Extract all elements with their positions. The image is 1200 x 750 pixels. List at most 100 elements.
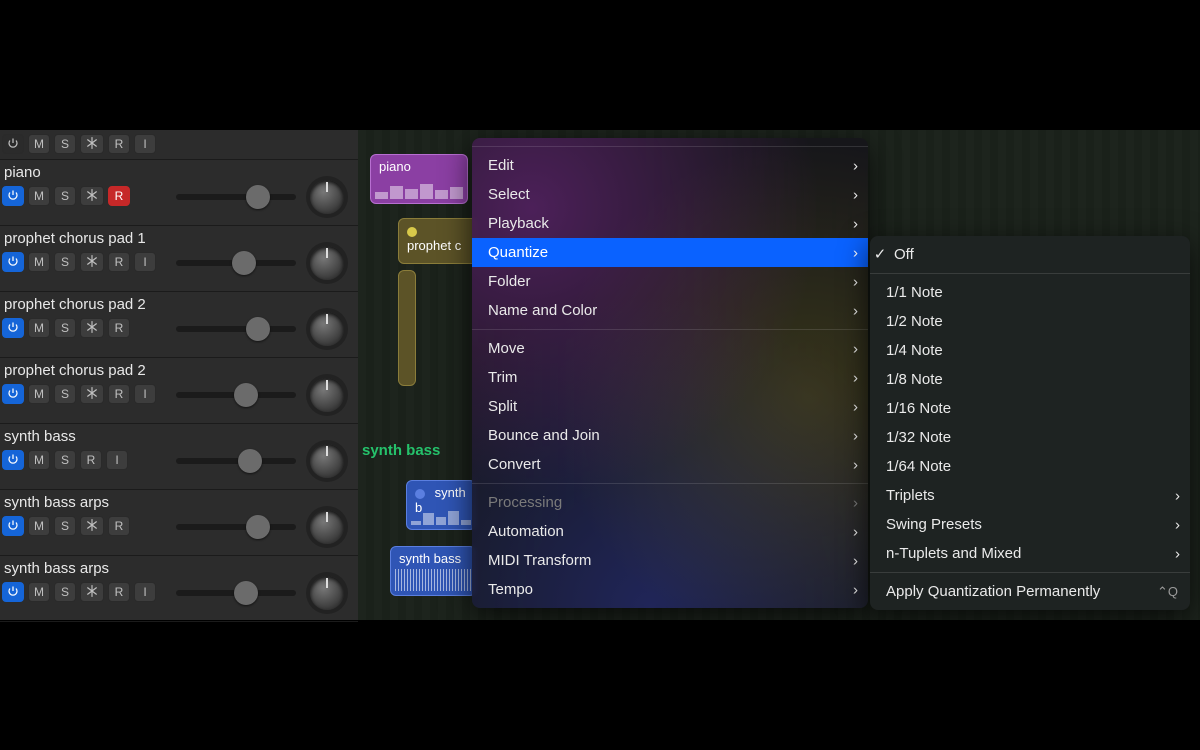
solo-button[interactable]: S xyxy=(54,516,76,536)
menu-item-playback[interactable]: Playback› xyxy=(472,209,868,238)
slider-thumb[interactable] xyxy=(238,449,262,473)
volume-slider[interactable] xyxy=(176,518,296,536)
submenu-item-n-tuplets-and-mixed[interactable]: n-Tuplets and Mixed› xyxy=(870,539,1190,568)
record-enable-button[interactable]: R xyxy=(108,186,130,206)
mute-button[interactable]: M xyxy=(28,134,50,154)
track-row[interactable]: synth bass arpsMSRI xyxy=(0,556,358,622)
menu-item-select[interactable]: Select› xyxy=(472,180,868,209)
volume-slider[interactable] xyxy=(176,188,296,206)
submenu-item-1-4-note[interactable]: 1/4 Note xyxy=(870,336,1190,365)
region-synth-arps-1[interactable]: synth b xyxy=(406,480,476,530)
mute-button[interactable]: M xyxy=(28,252,50,272)
mute-button[interactable]: M xyxy=(28,450,50,470)
submenu-item-1-2-note[interactable]: 1/2 Note xyxy=(870,307,1190,336)
region-piano[interactable]: piano xyxy=(370,154,468,204)
freeze-button[interactable] xyxy=(80,582,104,602)
slider-thumb[interactable] xyxy=(246,515,270,539)
context-menu[interactable]: Edit›Select›Playback›Quantize›Folder›Nam… xyxy=(472,138,868,608)
mute-button[interactable]: M xyxy=(28,384,50,404)
volume-slider[interactable] xyxy=(176,584,296,602)
submenu-item-1-8-note[interactable]: 1/8 Note xyxy=(870,365,1190,394)
freeze-button[interactable] xyxy=(80,384,104,404)
slider-thumb[interactable] xyxy=(234,581,258,605)
power-button[interactable] xyxy=(2,252,24,272)
freeze-button[interactable] xyxy=(80,318,104,338)
freeze-button[interactable] xyxy=(80,134,104,154)
mute-button[interactable]: M xyxy=(28,186,50,206)
track-row[interactable]: synth bassMSRI xyxy=(0,424,358,490)
freeze-button[interactable] xyxy=(80,186,104,206)
record-enable-button[interactable]: R xyxy=(108,582,130,602)
track-row[interactable]: MS RI xyxy=(0,130,358,160)
record-enable-button[interactable]: R xyxy=(80,450,102,470)
pan-knob[interactable] xyxy=(310,180,344,214)
region-sliver[interactable] xyxy=(398,270,416,386)
record-enable-button[interactable]: R xyxy=(108,318,130,338)
slider-thumb[interactable] xyxy=(246,317,270,341)
input-monitor-button[interactable]: I xyxy=(134,252,156,272)
menu-item-midi-transform[interactable]: MIDI Transform› xyxy=(472,546,868,575)
menu-item-tempo[interactable]: Tempo› xyxy=(472,575,868,604)
track-row[interactable]: pianoMSR xyxy=(0,160,358,226)
record-enable-button[interactable]: R xyxy=(108,252,130,272)
region-synth-arps-2[interactable]: synth bass xyxy=(390,546,476,596)
power-button[interactable] xyxy=(2,516,24,536)
mute-button[interactable]: M xyxy=(28,318,50,338)
volume-slider[interactable] xyxy=(176,386,296,404)
input-monitor-button[interactable]: I xyxy=(134,582,156,602)
pan-knob[interactable] xyxy=(310,378,344,412)
slider-thumb[interactable] xyxy=(232,251,256,275)
pan-knob[interactable] xyxy=(310,576,344,610)
submenu-item-swing-presets[interactable]: Swing Presets› xyxy=(870,510,1190,539)
volume-slider[interactable] xyxy=(176,320,296,338)
menu-item-split[interactable]: Split› xyxy=(472,392,868,421)
power-button[interactable] xyxy=(2,134,24,154)
submenu-item-1-32-note[interactable]: 1/32 Note xyxy=(870,423,1190,452)
submenu-item-1-1-note[interactable]: 1/1 Note xyxy=(870,278,1190,307)
power-button[interactable] xyxy=(2,318,24,338)
menu-item-convert[interactable]: Convert› xyxy=(472,450,868,479)
track-row[interactable]: prophet chorus pad 2MSRI xyxy=(0,358,358,424)
volume-slider[interactable] xyxy=(176,452,296,470)
menu-item-automation[interactable]: Automation› xyxy=(472,517,868,546)
quantize-submenu[interactable]: ✓Off 1/1 Note1/2 Note1/4 Note1/8 Note1/16… xyxy=(870,236,1190,610)
track-row[interactable]: prophet chorus pad 2MSR xyxy=(0,292,358,358)
menu-item-folder[interactable]: Folder› xyxy=(472,267,868,296)
submenu-item-1-64-note[interactable]: 1/64 Note xyxy=(870,452,1190,481)
submenu-item-apply-quantization-permanently[interactable]: Apply Quantization Permanently⌃Q xyxy=(870,577,1190,606)
solo-button[interactable]: S xyxy=(54,384,76,404)
mute-button[interactable]: M xyxy=(28,582,50,602)
slider-thumb[interactable] xyxy=(234,383,258,407)
solo-button[interactable]: S xyxy=(54,134,76,154)
submenu-item-off[interactable]: ✓Off xyxy=(870,240,1190,269)
pan-knob[interactable] xyxy=(310,510,344,544)
power-button[interactable] xyxy=(2,186,24,206)
input-monitor-button[interactable]: I xyxy=(106,450,128,470)
solo-button[interactable]: S xyxy=(54,450,76,470)
volume-slider[interactable] xyxy=(176,254,296,272)
menu-item-quantize[interactable]: Quantize› xyxy=(472,238,868,267)
pan-knob[interactable] xyxy=(310,246,344,280)
submenu-item-triplets[interactable]: Triplets› xyxy=(870,481,1190,510)
solo-button[interactable]: S xyxy=(54,186,76,206)
solo-button[interactable]: S xyxy=(54,582,76,602)
record-enable-button[interactable]: R xyxy=(108,516,130,536)
mute-button[interactable]: M xyxy=(28,516,50,536)
input-monitor-button[interactable]: I xyxy=(134,384,156,404)
power-button[interactable] xyxy=(2,384,24,404)
pan-knob[interactable] xyxy=(310,312,344,346)
menu-item-trim[interactable]: Trim› xyxy=(472,363,868,392)
slider-thumb[interactable] xyxy=(246,185,270,209)
freeze-button[interactable] xyxy=(80,252,104,272)
solo-button[interactable]: S xyxy=(54,252,76,272)
region-prophet[interactable]: prophet c xyxy=(398,218,478,264)
input-monitor-button[interactable]: I xyxy=(134,134,156,154)
pan-knob[interactable] xyxy=(310,444,344,478)
solo-button[interactable]: S xyxy=(54,318,76,338)
menu-item-name-and-color[interactable]: Name and Color› xyxy=(472,296,868,325)
track-row[interactable]: synth bass arpsMSR xyxy=(0,490,358,556)
menu-item-bounce-and-join[interactable]: Bounce and Join› xyxy=(472,421,868,450)
submenu-item-1-16-note[interactable]: 1/16 Note xyxy=(870,394,1190,423)
record-enable-button[interactable]: R xyxy=(108,384,130,404)
record-enable-button[interactable]: R xyxy=(108,134,130,154)
